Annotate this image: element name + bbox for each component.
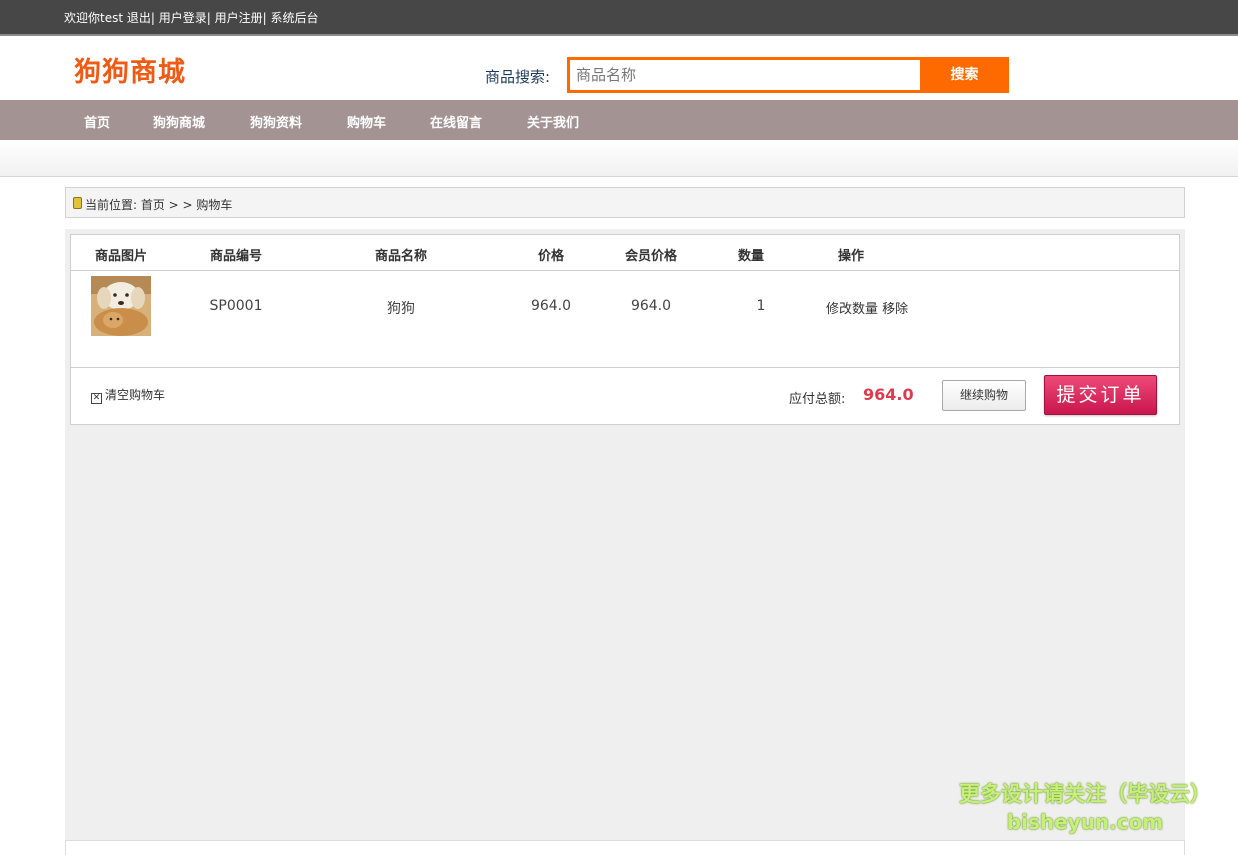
col-header-quantity: 数量	[737, 249, 765, 264]
cart-header-row: 商品图片 商品编号 商品名称 价格 会员价格 数量 操作	[71, 235, 1179, 271]
search-input[interactable]	[570, 60, 920, 90]
user-register-link[interactable]: 用户注册	[215, 11, 263, 25]
separator: |	[206, 11, 211, 25]
total-label: 应付总额:	[789, 392, 846, 407]
submit-order-button[interactable]: 提交订单	[1044, 375, 1157, 415]
user-login-link[interactable]: 用户登录	[159, 11, 207, 25]
product-image[interactable]	[91, 276, 151, 336]
row-actions: 修改数量 移除	[826, 298, 908, 317]
top-links: 欢迎你test 退出| 用户登录| 用户注册| 系统后台	[64, 9, 319, 26]
search-button[interactable]: 搜索	[920, 57, 1009, 93]
nav-item-cart[interactable]: 购物车	[347, 112, 386, 131]
nav-item-dog-info[interactable]: 狗狗资料	[250, 112, 302, 131]
product-name: 狗狗	[387, 301, 415, 317]
breadcrumb-text: 当前位置: 首页 > > 购物车	[85, 198, 233, 212]
col-header-price: 价格	[537, 249, 565, 264]
nav-item-home[interactable]: 首页	[84, 112, 110, 131]
clear-cart-link[interactable]: ✕ 清空购物车	[91, 386, 165, 404]
col-header-member-price: 会员价格	[624, 249, 678, 264]
watermark: 更多设计请关注（毕设云） bisheyun.com	[955, 778, 1215, 834]
breadcrumb: 当前位置: 首页 > > 购物车	[65, 187, 1185, 218]
sub-band	[0, 140, 1238, 177]
continue-shopping-button[interactable]: 继续购物	[942, 380, 1026, 411]
welcome-text: 欢迎你test	[64, 11, 124, 25]
remove-link[interactable]: 移除	[882, 302, 908, 317]
cart-table: 商品图片 商品编号 商品名称 价格 会员价格 数量 操作 SP0001 狗狗 9…	[70, 234, 1180, 425]
logout-link[interactable]: 退出	[127, 11, 151, 25]
nav-item-message[interactable]: 在线留言	[430, 112, 482, 131]
search-label: 商品搜索:	[485, 68, 551, 86]
admin-link[interactable]: 系统后台	[271, 11, 319, 25]
separator: |	[150, 11, 155, 25]
col-header-actions: 操作	[837, 249, 865, 264]
col-header-name: 商品名称	[374, 249, 428, 264]
watermark-line1: 更多设计请关注（毕设云）	[959, 782, 1211, 806]
clear-cart-label: 清空购物车	[105, 388, 166, 402]
product-price: 964.0	[530, 298, 572, 314]
close-icon: ✕	[91, 393, 102, 404]
col-header-code: 商品编号	[209, 249, 263, 264]
nav-item-dog-shop[interactable]: 狗狗商城	[153, 112, 205, 131]
nav-item-about[interactable]: 关于我们	[527, 112, 579, 131]
site-logo[interactable]: 狗狗商城	[74, 50, 186, 89]
footer-strip	[65, 840, 1185, 855]
location-icon	[73, 197, 82, 209]
main-nav: 首页 狗狗商城 狗狗资料 购物车 在线留言 关于我们	[0, 100, 1238, 140]
dog-photo	[91, 276, 151, 336]
separator: |	[262, 11, 267, 25]
total-value: 964.0	[863, 385, 914, 404]
member-price: 964.0	[630, 298, 672, 314]
product-code: SP0001	[209, 298, 263, 314]
quantity: 1	[756, 298, 766, 314]
content-area: 商品图片 商品编号 商品名称 价格 会员价格 数量 操作 SP0001 狗狗 9…	[65, 229, 1185, 840]
modify-quantity-link[interactable]: 修改数量	[826, 302, 878, 317]
cart-footer: ✕ 清空购物车 应付总额: 964.0 继续购物 提交订单	[71, 367, 1179, 424]
top-bar: 欢迎你test 退出| 用户登录| 用户注册| 系统后台	[0, 0, 1238, 36]
watermark-line2: bisheyun.com	[1006, 810, 1164, 834]
search-box	[567, 57, 923, 93]
col-header-image: 商品图片	[94, 249, 148, 264]
